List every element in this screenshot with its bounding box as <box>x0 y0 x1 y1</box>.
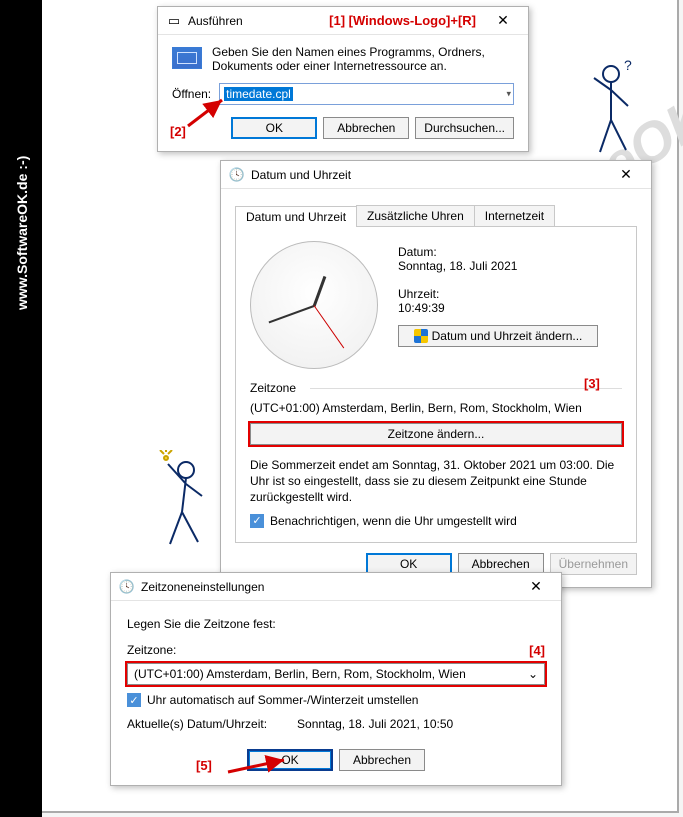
current-datetime-label: Aktuelle(s) Datum/Uhrzeit: <box>127 717 267 731</box>
tab-datetime[interactable]: Datum und Uhrzeit <box>235 206 357 227</box>
arrow-icon <box>224 752 294 780</box>
annotation-3: [3] <box>584 376 600 391</box>
datetime-title: Datum und Uhrzeit <box>251 168 351 182</box>
dst-info-text: Die Sommerzeit endet am Sonntag, 31. Okt… <box>250 457 622 506</box>
timezone-dialog: 🕓 Zeitzoneneinstellungen ✕ Legen Sie die… <box>110 572 562 786</box>
datetime-dialog: 🕓 Datum und Uhrzeit ✕ Datum und Uhrzeit … <box>220 160 652 588</box>
clock-icon: 🕓 <box>119 579 135 595</box>
analog-clock-icon <box>250 241 378 369</box>
tab-bar: Datum und Uhrzeit Zusätzliche Uhren Inte… <box>235 205 637 227</box>
run-description: Geben Sie den Namen eines Programms, Ord… <box>212 45 514 73</box>
date-label: Datum: <box>398 245 598 259</box>
tab-internet-time[interactable]: Internetzeit <box>474 205 555 226</box>
run-app-icon <box>172 47 202 69</box>
arrow-icon <box>184 96 230 130</box>
timezone-group-label: Zeitzone <box>250 381 622 395</box>
clock-icon: 🕓 <box>229 167 245 183</box>
close-button[interactable]: ✕ <box>515 576 557 598</box>
close-button[interactable]: ✕ <box>482 10 524 32</box>
auto-dst-checkbox[interactable]: ✓ <box>127 693 141 707</box>
timezone-title: Zeitzoneneinstellungen <box>141 580 264 594</box>
datetime-titlebar: 🕓 Datum und Uhrzeit ✕ <box>221 161 651 189</box>
chevron-down-icon[interactable]: ⌄ <box>528 667 538 681</box>
annotation-5: [5] <box>196 758 212 773</box>
notify-label: Benachrichtigen, wenn die Uhr umgestellt… <box>270 514 517 528</box>
annotation-1: [1] [Windows-Logo]+[R] <box>329 13 476 28</box>
open-input-value[interactable]: timedate.cpl <box>224 87 293 101</box>
current-datetime-value: Sonntag, 18. Juli 2021, 10:50 <box>297 717 453 731</box>
browse-button[interactable]: Durchsuchen... <box>415 117 514 139</box>
change-datetime-button[interactable]: Datum und Uhrzeit ändern... <box>398 325 598 347</box>
shield-icon <box>414 329 428 343</box>
tz-prompt: Legen Sie die Zeitzone fest: <box>127 617 545 631</box>
stick-figure-icon <box>158 450 208 550</box>
annotation-4: [4] <box>529 643 545 658</box>
change-timezone-button[interactable]: Zeitzone ändern... <box>250 423 622 445</box>
run-dialog: ▭ Ausführen [1] [Windows-Logo]+[R] ✕ Geb… <box>157 6 529 152</box>
tab-additional-clocks[interactable]: Zusätzliche Uhren <box>356 205 475 226</box>
date-value: Sonntag, 18. Juli 2021 <box>398 259 598 273</box>
sidebar: www.SoftwareOK.de :-) <box>0 0 42 817</box>
timezone-combobox[interactable]: (UTC+01:00) Amsterdam, Berlin, Bern, Rom… <box>127 663 545 685</box>
stage: SoftwareOK.de SoftwareOK.de ▭ Ausführen … <box>42 0 679 813</box>
run-icon-small: ▭ <box>166 13 182 29</box>
sidebar-label: www.SoftwareOK.de :-) <box>14 156 30 310</box>
open-combobox[interactable]: timedate.cpl ▾ <box>219 83 514 105</box>
time-label: Uhrzeit: <box>398 287 598 301</box>
notify-checkbox[interactable]: ✓ <box>250 514 264 528</box>
time-value: 10:49:39 <box>398 301 598 315</box>
close-button[interactable]: ✕ <box>605 164 647 186</box>
stick-figure-icon: ? <box>586 60 636 160</box>
timezone-value: (UTC+01:00) Amsterdam, Berlin, Bern, Rom… <box>250 401 622 415</box>
run-titlebar: ▭ Ausführen [1] [Windows-Logo]+[R] ✕ <box>158 7 528 35</box>
timezone-titlebar: 🕓 Zeitzoneneinstellungen ✕ <box>111 573 561 601</box>
timezone-combo-value: (UTC+01:00) Amsterdam, Berlin, Bern, Rom… <box>134 667 466 681</box>
apply-button[interactable]: Übernehmen <box>550 553 637 575</box>
svg-text:?: ? <box>624 60 632 73</box>
cancel-button[interactable]: Abbrechen <box>339 749 425 771</box>
ok-button[interactable]: OK <box>231 117 317 139</box>
auto-dst-label: Uhr automatisch auf Sommer-/Winterzeit u… <box>147 693 418 707</box>
tz-field-label: Zeitzone: <box>127 643 176 657</box>
run-title: Ausführen <box>188 14 243 28</box>
chevron-down-icon[interactable]: ▾ <box>506 89 511 100</box>
cancel-button[interactable]: Abbrechen <box>323 117 409 139</box>
